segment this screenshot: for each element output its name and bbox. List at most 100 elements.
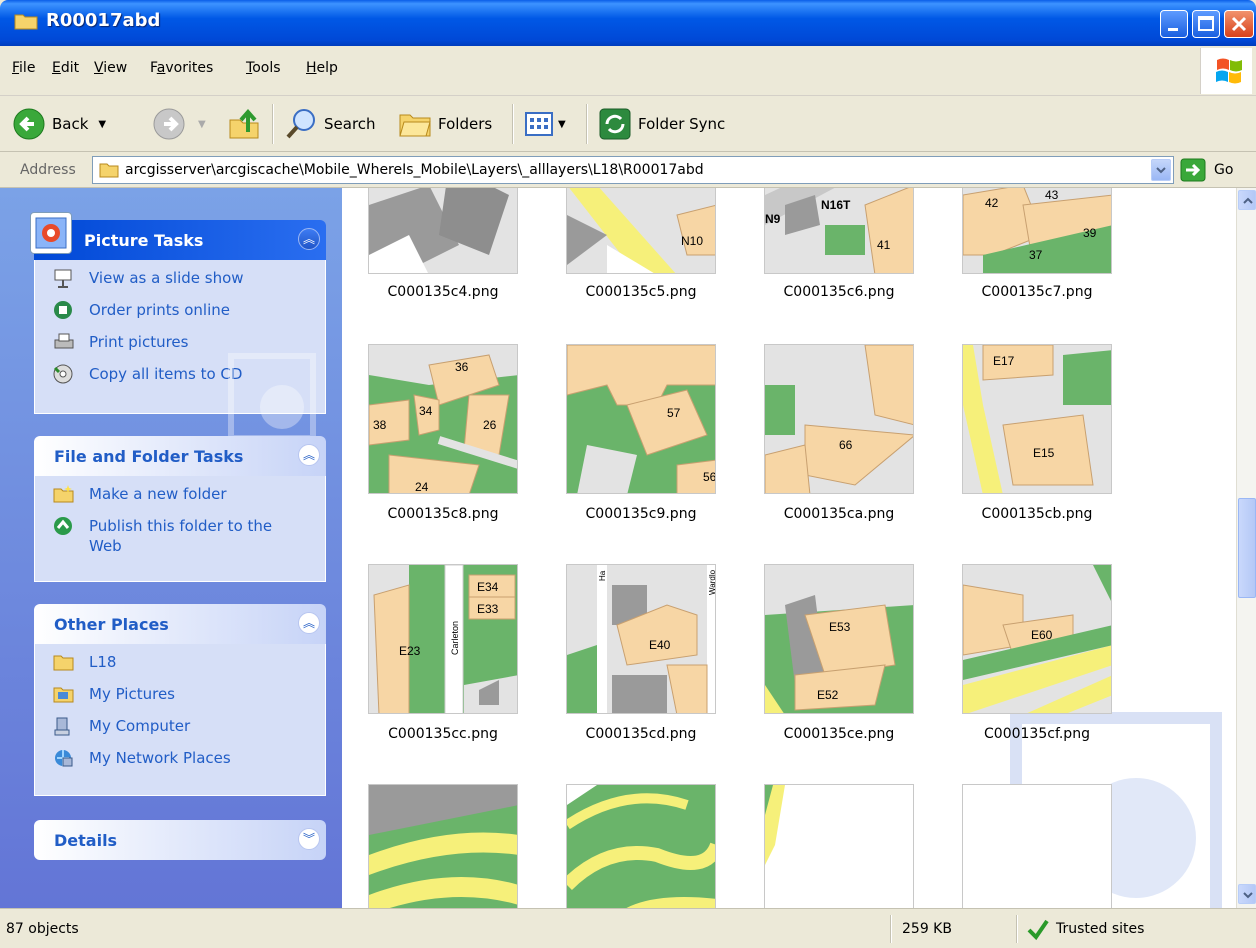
minimize-icon	[1168, 28, 1178, 31]
search-button[interactable]: Search	[284, 104, 376, 144]
scroll-thumb[interactable]	[1238, 498, 1256, 598]
file-name[interactable]: C000135cb.png	[942, 506, 1132, 522]
scroll-up-button[interactable]	[1238, 190, 1256, 210]
close-button[interactable]	[1224, 10, 1254, 38]
folders-button[interactable]: Folders	[398, 104, 492, 144]
total-size: 259 KB	[902, 921, 952, 937]
task-view-slideshow[interactable]: View as a slide show	[53, 268, 325, 300]
task-make-new-folder[interactable]: Make a new folder	[53, 484, 325, 516]
back-dropdown-icon[interactable]: ▼	[98, 119, 106, 130]
chevron-up-icon	[1243, 197, 1253, 204]
collapse-chevron-icon[interactable]: ︽	[298, 612, 320, 634]
picture-icon	[35, 217, 67, 249]
thumbnail-c9[interactable]: 57 56	[566, 344, 716, 494]
file-name[interactable]: C000135c6.png	[744, 284, 934, 300]
thumbnail-d2[interactable]	[764, 784, 914, 908]
file-name[interactable]: C000135c8.png	[348, 506, 538, 522]
map-tile-image: 36 38 34 26 24	[369, 345, 517, 494]
picture-tasks-header[interactable]: Picture Tasks ︽	[30, 212, 326, 260]
menu-favorites[interactable]: Favorites	[150, 60, 213, 76]
menu-bar: File Edit View Favorites Tools Help	[0, 46, 1256, 96]
file-name[interactable]: C000135ca.png	[744, 506, 934, 522]
file-folder-tasks-header[interactable]: File and Folder Tasks ︽	[34, 436, 326, 476]
thumbnail-c5[interactable]: N10	[566, 188, 716, 274]
menu-file[interactable]: File	[12, 60, 35, 76]
expand-chevron-icon[interactable]: ︾	[298, 828, 320, 850]
status-separator	[890, 915, 891, 943]
thumbnail-c4[interactable]	[368, 188, 518, 274]
chevron-down-icon	[1156, 167, 1166, 174]
thumbnail-d0[interactable]	[368, 784, 518, 908]
menu-tools[interactable]: Tools	[246, 60, 281, 76]
file-name[interactable]: C000135ce.png	[744, 726, 934, 742]
map-tile-image	[765, 785, 913, 908]
up-folder-button[interactable]	[226, 104, 262, 144]
place-my-computer[interactable]: My Computer	[53, 716, 325, 748]
map-tile-image	[369, 188, 517, 273]
menu-view[interactable]: View	[94, 60, 127, 76]
vertical-scrollbar[interactable]	[1236, 188, 1256, 908]
folder-sync-button[interactable]: Folder Sync	[598, 104, 725, 144]
thumbnail-d3[interactable]	[962, 784, 1112, 908]
address-input[interactable]: arcgisserver\arcgiscache\Mobile_WhereIs_…	[92, 156, 1174, 184]
collapse-chevron-icon[interactable]: ︽	[298, 444, 320, 466]
menu-edit[interactable]: Edit	[52, 60, 79, 76]
publish-web-icon	[54, 517, 72, 535]
maximize-button[interactable]	[1192, 10, 1220, 38]
cd-icon	[53, 364, 73, 384]
file-name[interactable]: C000135cd.png	[546, 726, 736, 742]
thumbnail-c6[interactable]: N16T N9 41	[764, 188, 914, 274]
thumbnail-c8[interactable]: 36 38 34 26 24	[368, 344, 518, 494]
place-my-pictures[interactable]: My Pictures	[53, 684, 325, 716]
details-header[interactable]: Details ︾	[34, 820, 326, 860]
address-bar: Address arcgisserver\arcgiscache\Mobile_…	[0, 152, 1256, 188]
task-order-prints[interactable]: Order prints online	[53, 300, 325, 332]
details-panel: Details ︾	[34, 820, 326, 860]
map-label: 24	[415, 480, 429, 494]
file-view: N10 N16T N9 41 42 43 39 37 C000135c4.png…	[342, 188, 1236, 908]
folder-sync-icon	[599, 108, 631, 140]
back-button[interactable]: Back ▼	[12, 104, 106, 144]
place-l18[interactable]: L18	[53, 652, 325, 684]
map-label: Ha	[598, 570, 607, 581]
map-tile-image	[369, 785, 517, 908]
title-bar[interactable]: R00017abd	[0, 0, 1256, 46]
address-dropdown-button[interactable]	[1151, 159, 1171, 181]
thumbnail-cc[interactable]: E34 E33 E23 Carleton	[368, 564, 518, 714]
views-button[interactable]: ▼	[524, 104, 566, 144]
map-label: 37	[1029, 248, 1043, 262]
menu-help[interactable]: Help	[306, 60, 338, 76]
thumbnail-cf[interactable]: E60	[962, 564, 1112, 714]
scroll-down-button[interactable]	[1238, 884, 1256, 904]
thumbnail-ca[interactable]: 66	[764, 344, 914, 494]
thumbnail-cd[interactable]: E40 Ha Wardlo	[566, 564, 716, 714]
search-icon	[286, 109, 315, 139]
file-name[interactable]: C000135c5.png	[546, 284, 736, 300]
file-name[interactable]: C000135c7.png	[942, 284, 1132, 300]
place-my-network[interactable]: My Network Places	[53, 748, 325, 780]
other-places-header[interactable]: Other Places ︽	[34, 604, 326, 644]
file-name[interactable]: C000135cc.png	[348, 726, 538, 742]
thumbnail-d1[interactable]	[566, 784, 716, 908]
minimize-button[interactable]	[1160, 10, 1188, 38]
forward-dropdown-icon[interactable]: ▼	[198, 119, 206, 130]
file-folder-tasks-panel: File and Folder Tasks ︽ Make a new folde…	[34, 436, 326, 582]
folder-icon	[53, 655, 74, 671]
map-label: Wardlo	[708, 569, 716, 595]
file-name[interactable]: C000135c9.png	[546, 506, 736, 522]
forward-button[interactable]: ▼	[152, 104, 206, 144]
folder-icon	[99, 163, 119, 178]
thumbnail-cb[interactable]: E17 E15	[962, 344, 1112, 494]
map-tile-image: E60	[963, 565, 1111, 713]
file-name[interactable]: C000135c4.png	[348, 284, 538, 300]
file-name[interactable]: C000135cf.png	[942, 726, 1132, 742]
new-folder-icon	[53, 485, 74, 503]
file-folder-tasks-body: Make a new folder Publish this folder to…	[34, 476, 326, 582]
thumbnail-ce[interactable]: E53 E52	[764, 564, 914, 714]
map-label: 26	[483, 418, 497, 432]
go-button[interactable]: Go	[1180, 158, 1233, 182]
task-publish-web[interactable]: Publish this folder to the Web	[53, 516, 325, 568]
thumbnail-c7[interactable]: 42 43 39 37	[962, 188, 1112, 274]
collapse-chevron-icon[interactable]: ︽	[298, 228, 320, 250]
views-dropdown-icon[interactable]: ▼	[558, 119, 566, 130]
